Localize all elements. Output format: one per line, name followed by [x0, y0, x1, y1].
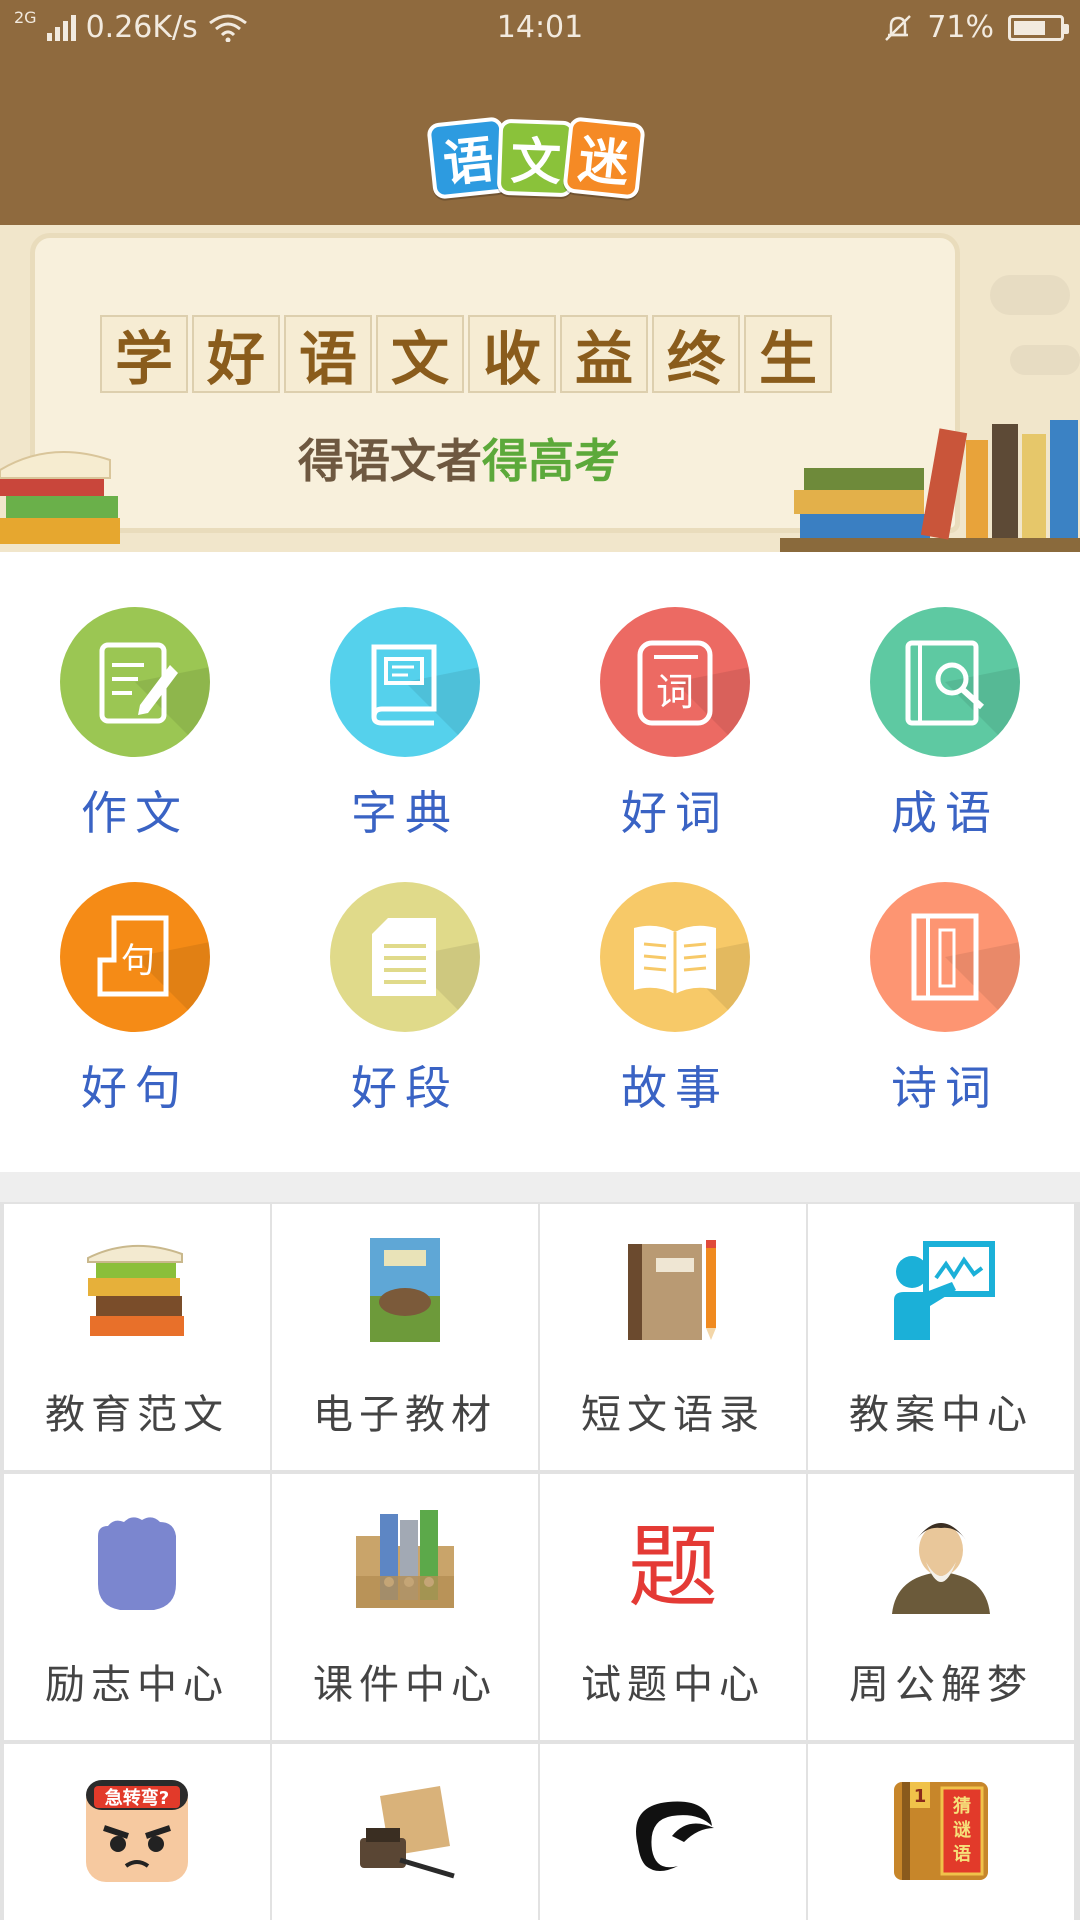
logo-char: 迷	[562, 116, 646, 200]
slogan-char: 生	[744, 315, 832, 393]
feature-composition[interactable]: 作文	[0, 552, 270, 840]
riddle-book-char: 猜	[952, 1796, 971, 1817]
dictionary-book-icon	[330, 607, 480, 757]
tool-label: 教案中心	[849, 1392, 1033, 1438]
riddle-book-icon: 猜 谜 语 1	[894, 1782, 988, 1880]
sentence-card-icon: 句	[60, 882, 210, 1032]
open-book-icon	[600, 882, 750, 1032]
tool-courseware[interactable]: 课件中心	[272, 1474, 538, 1740]
tool-exam-questions[interactable]: 题 试题中心	[540, 1474, 806, 1740]
feature-label: 诗词	[891, 1061, 999, 1115]
scroll-inkstone-icon	[360, 1786, 455, 1879]
feature-label: 好段	[351, 1061, 459, 1115]
slogan-char: 学	[100, 315, 188, 393]
book-stack-icon	[87, 1245, 184, 1336]
tool-brain-teasers[interactable]: 急转弯?	[4, 1744, 270, 1920]
tool-label: 周公解梦	[849, 1662, 1033, 1708]
tool-dream-interpretation[interactable]: 周公解梦	[808, 1474, 1074, 1740]
textbook-cover-icon	[370, 1238, 440, 1342]
book-pile-icon	[0, 451, 120, 544]
banner-slogan: 学 好 语 文 收 益 终 生	[100, 315, 832, 393]
subline-highlight: 得高考	[482, 434, 620, 488]
feature-good-words[interactable]: 词 好词	[540, 552, 810, 840]
tool-inspiration[interactable]: 励志中心	[4, 1474, 270, 1740]
tool-label: 试题中心	[581, 1662, 765, 1708]
paragraph-document-icon	[330, 882, 480, 1032]
tool-calligraphy[interactable]	[272, 1744, 538, 1920]
feature-dictionary[interactable]: 字典	[270, 552, 540, 840]
feature-idioms[interactable]: 成语	[810, 552, 1080, 840]
battery-icon	[1008, 14, 1069, 41]
slogan-char: 益	[560, 315, 648, 393]
tool-label: 教育范文	[45, 1392, 229, 1438]
feature-grid: 作文 字典 词 好词 成语 句 好句 好段 故事 诗词	[0, 552, 1080, 1172]
battery-percent: 71%	[927, 10, 994, 45]
tool-e-textbooks[interactable]: 电子教材	[272, 1204, 538, 1470]
notebook-pencil-icon	[628, 1240, 716, 1340]
word-card-glyph: 词	[656, 670, 694, 714]
tool-label: 电子教材	[313, 1392, 497, 1438]
status-bar: 2G 0.26K/s 14:01 71%	[0, 0, 1080, 56]
feature-good-sentences[interactable]: 句 好句	[0, 827, 270, 1115]
feature-poems[interactable]: 诗词	[810, 827, 1080, 1115]
mute-bell-icon	[885, 14, 912, 41]
tool-short-quotes[interactable]: 短文语录	[540, 1204, 806, 1470]
exam-glyph: 题	[628, 1515, 718, 1616]
battery-level	[1014, 20, 1045, 35]
slogan-char: 终	[652, 315, 740, 393]
word-card-icon: 词	[600, 607, 750, 757]
riddle-face-icon: 急转弯?	[86, 1780, 188, 1882]
app-header: 2G 0.26K/s 14:01 71% 语 文 迷	[0, 0, 1080, 225]
section-divider	[0, 1172, 1080, 1202]
slogan-char: 收	[468, 315, 556, 393]
promo-banner[interactable]: 学 好 语 文 收 益 终 生 得语文者得高考	[0, 225, 1080, 552]
tool-lesson-plans[interactable]: 教案中心	[808, 1204, 1074, 1470]
sage-portrait-icon	[892, 1523, 990, 1614]
app-logo: 语 文 迷	[426, 116, 646, 200]
pencil-note-icon	[60, 607, 210, 757]
tool-brush-art[interactable]	[540, 1744, 806, 1920]
poem-scroll-icon	[870, 882, 1020, 1032]
banner-subline: 得语文者得高考	[298, 425, 620, 491]
brush-stroke-icon	[636, 1801, 714, 1871]
feature-stories[interactable]: 故事	[540, 827, 810, 1115]
riddle-book-char: 谜	[953, 1820, 972, 1841]
tool-label: 励志中心	[45, 1662, 229, 1708]
tool-label: 课件中心	[313, 1662, 497, 1708]
feature-good-paragraphs[interactable]: 好段	[270, 827, 540, 1115]
tool-model-essays[interactable]: 教育范文	[4, 1204, 270, 1470]
tool-label: 短文语录	[581, 1392, 765, 1438]
slogan-char: 语	[284, 315, 372, 393]
slogan-char: 好	[192, 315, 280, 393]
riddle-face-badge: 急转弯?	[105, 1787, 169, 1809]
slogan-char: 文	[376, 315, 464, 393]
teacher-board-icon	[894, 1241, 995, 1340]
tool-riddles[interactable]: 猜 谜 语 1	[808, 1744, 1074, 1920]
tool-grid: 教育范文 电子教材 短文语录 教案中心 励志中心 课件中心 题 试题中心 周公解…	[0, 1202, 1080, 1920]
riddle-book-number: 1	[914, 1786, 927, 1807]
bookshelf-icon	[780, 420, 1080, 552]
feature-label: 故事	[621, 1061, 729, 1115]
exam-glyph-icon: 题	[628, 1515, 718, 1616]
fist-icon	[98, 1517, 176, 1610]
sentence-card-glyph: 句	[121, 941, 155, 981]
subline-plain: 得语文者	[298, 434, 482, 488]
riddle-book-char: 语	[953, 1844, 971, 1865]
book-search-icon	[870, 607, 1020, 757]
feature-label: 好句	[81, 1061, 189, 1115]
binders-folder-icon	[356, 1510, 454, 1608]
